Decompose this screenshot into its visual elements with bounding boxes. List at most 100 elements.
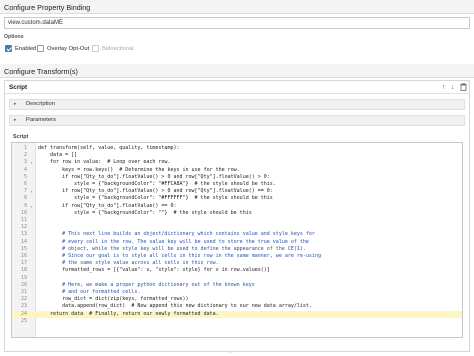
line-number: 20 — [20, 281, 27, 288]
code-text: if row["Qty_to_do"].floatValue() == 0: — [38, 202, 177, 209]
arrow-up-icon[interactable]: ↑ — [439, 83, 448, 92]
line-number: 19 — [20, 274, 27, 281]
line-number: 11 — [20, 217, 27, 223]
line-number: 8 — [23, 195, 27, 202]
code-line: 2 data = [] — [12, 152, 462, 159]
line-number: 22 — [20, 296, 27, 303]
code-line: 25 — [12, 318, 462, 325]
line-number: 21 — [20, 289, 27, 295]
resize-handle[interactable]: ··· — [228, 350, 236, 356]
code-line: 9 ▾ if row["Qty_to_do"].floatValue() == 0… — [12, 203, 462, 210]
line-number: 7 — [23, 188, 27, 195]
code-line: 24 return data # Finally, return our new… — [12, 310, 462, 318]
code-line: 15 # object, while the style key will be… — [12, 246, 462, 253]
code-text: # object, while the style key will be us… — [38, 245, 306, 252]
line-number: 6 — [23, 181, 27, 187]
line-number: 23 — [20, 303, 27, 310]
description-label: Description — [26, 101, 55, 107]
parameters-label: Parameters — [26, 117, 56, 123]
code-line: 23 data.append(row_dict) # Now append th… — [12, 303, 462, 310]
code-line: 12 — [12, 224, 462, 231]
code-text: # and our formatted cells. — [38, 289, 141, 295]
code-line: 14 # every cell in the row. The value ke… — [12, 239, 462, 246]
enabled-checkbox[interactable] — [5, 45, 12, 52]
code-text: def transform(self, value, quality, time… — [38, 145, 180, 151]
line-number: 24 — [20, 310, 27, 317]
script-transform-title: Script — [9, 84, 28, 91]
code-line: 3 ▾ for row in value: # Loop over each ro… — [12, 159, 462, 166]
code-text: style = {"backgroundColor": "#FFCA8A"} #… — [38, 181, 276, 187]
code-line: 8 style = {"backgroundColor": "#FFFFFF"}… — [12, 195, 462, 202]
script-code-editor[interactable]: 1 def transform(self, value, quality, tim… — [11, 142, 463, 338]
code-text: if row["Qty_to_do"].floatValue() > 0 and… — [38, 188, 273, 195]
code-text: # Here, we make a proper python dictiona… — [38, 281, 255, 288]
property-binding-title: Configure Property Binding — [4, 3, 91, 12]
code-line: 17 # the same style value across all cel… — [12, 260, 462, 267]
code-line: 10 style = {"backgroundColor": ""} # the… — [12, 210, 462, 217]
code-text: keys = row.keys() # Determine the keys i… — [38, 166, 240, 173]
line-number: 3 — [23, 159, 27, 166]
code-line: 21 # and our formatted cells. — [12, 289, 462, 296]
code-line: 20 # Here, we make a proper python dicti… — [12, 282, 462, 289]
bidirectional-option: Bidirectional — [92, 44, 134, 53]
line-number: 1 — [23, 145, 27, 151]
enabled-option[interactable]: Enabled — [5, 44, 36, 53]
transforms-title: Configure Transform(s) — [4, 67, 78, 76]
code-line: 22 row_dict = dict(zip(keys, formatted_r… — [12, 296, 462, 303]
options-label: Options — [4, 34, 24, 40]
script-transform-header: Script ↑ ↓ — [5, 81, 469, 94]
fold-toggle-icon[interactable]: ▾ — [28, 203, 35, 210]
code-text: return data # Finally, return our newly … — [38, 310, 219, 317]
code-line: 1 def transform(self, value, quality, tim… — [12, 145, 462, 152]
parameters-section-toggle[interactable]: ▸ Parameters — [9, 115, 465, 126]
code-line: 11 — [12, 217, 462, 224]
chevron-right-icon: ▸ — [14, 101, 17, 107]
code-line: 18 formatted_rows = [{"value": v, "style… — [12, 267, 462, 274]
code-line: 7 ▾ if row["Qty_to_do"].floatValue() > 0 … — [12, 188, 462, 195]
bidirectional-label: Bidirectional — [102, 45, 134, 52]
line-number: 25 — [20, 317, 27, 324]
arrow-down-icon[interactable]: ↓ — [448, 83, 457, 92]
description-section-toggle[interactable]: ▸ Description — [9, 99, 465, 110]
code-text: for row in value: # Loop over each row. — [38, 159, 171, 166]
line-number: 16 — [20, 253, 27, 259]
fold-toggle-icon[interactable]: ▾ — [28, 188, 35, 195]
code-line: 16 # Since our goal is to style all cell… — [12, 253, 462, 260]
enabled-label: Enabled — [15, 45, 37, 52]
chevron-right-icon: ▸ — [14, 117, 17, 123]
fold-toggle-icon[interactable]: ▾ — [28, 159, 35, 166]
line-number: 15 — [20, 245, 27, 252]
code-text: # Since our goal is to style all cells i… — [38, 253, 321, 259]
script-code-label: Script — [13, 134, 29, 140]
code-text: # This next line builds an object/dictio… — [38, 231, 315, 238]
code-line: 5 if row["Qty_to_do"].floatValue() > 0 a… — [12, 174, 462, 181]
code-text: style = {"backgroundColor": ""} # the st… — [38, 209, 252, 216]
transforms-header: Configure Transform(s) — [0, 64, 474, 78]
trash-icon[interactable] — [459, 83, 468, 92]
line-number: 10 — [20, 209, 27, 216]
line-number: 2 — [23, 152, 27, 159]
line-number: 17 — [20, 260, 27, 267]
line-number: 12 — [20, 224, 27, 231]
code-text: data.append(row_dict) # Now append this … — [38, 303, 312, 310]
code-text: style = {"backgroundColor": "#FFFFFF"} #… — [38, 195, 273, 202]
code-line: 4 keys = row.keys() # Determine the keys… — [12, 167, 462, 174]
overlay-opt-out-option[interactable]: Overlay Opt-Out — [37, 44, 89, 53]
code-text: # every cell in the row. The value key w… — [38, 238, 309, 245]
code-text: data = [] — [38, 152, 78, 159]
line-number: 14 — [20, 238, 27, 245]
code-line: 13 # This next line builds an object/dic… — [12, 231, 462, 238]
code-text: formatted_rows = [{"value": v, "style": … — [38, 267, 270, 274]
overlay-opt-out-checkbox[interactable] — [37, 45, 44, 52]
property-binding-header: Configure Property Binding — [0, 0, 474, 14]
line-number: 9 — [23, 202, 27, 209]
line-number: 13 — [20, 231, 27, 238]
code-text: # the same style value across all cells … — [38, 260, 219, 267]
code-text: if row["Qty_to_do"].floatValue() > 0 and… — [38, 173, 270, 180]
line-number: 18 — [20, 267, 27, 274]
script-transform-panel: Script ↑ ↓ ▸ Description ▸ Parameters Sc… — [4, 80, 470, 352]
line-number: 5 — [23, 173, 27, 180]
property-path-input[interactable]: view.custom.dataME — [4, 17, 470, 29]
code-text: row_dict = dict(zip(keys, formatted_rows… — [38, 296, 189, 303]
overlay-opt-out-label: Overlay Opt-Out — [47, 45, 90, 52]
